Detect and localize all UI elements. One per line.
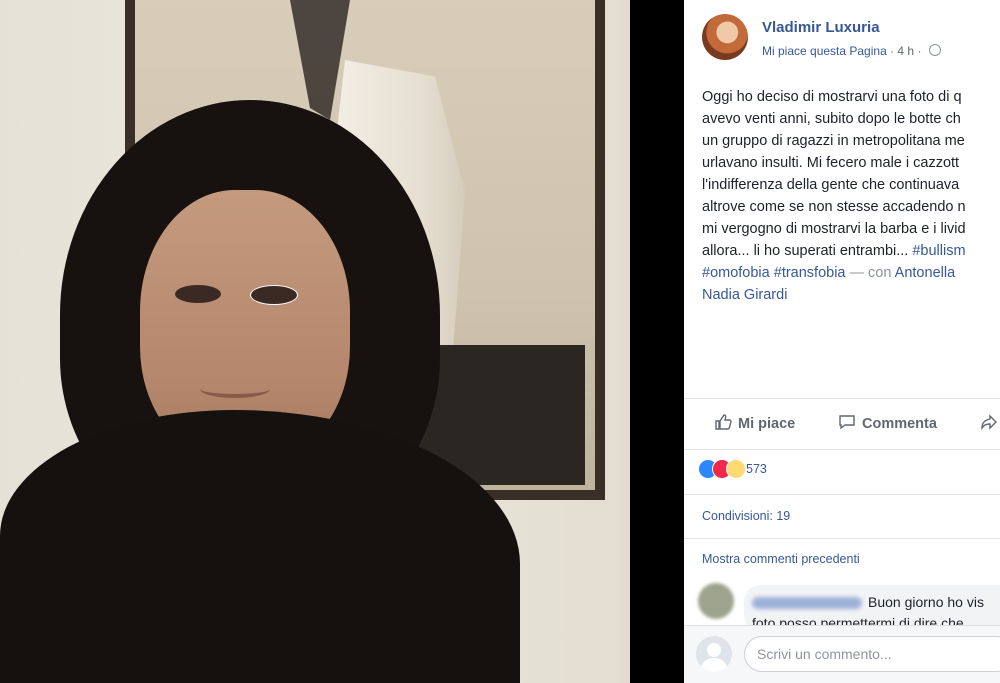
hashtag-transfobia[interactable]: #transfobia (774, 265, 846, 281)
tagged-person-antonella[interactable]: Antonella (895, 265, 955, 281)
comment-composer: Scrivi un commento... (684, 625, 1000, 683)
thumbs-up-icon (715, 414, 732, 430)
post-meta: Mi piace questa Pagina · 4 h · (762, 44, 941, 58)
post-text-line: urlavano insulti. Mi fecero male i cazzo… (702, 155, 960, 171)
post-text-line: Oggi ho deciso di mostrarvi una foto di … (702, 89, 962, 105)
lightbox-background (630, 0, 684, 683)
comment-item: Buon giorno ho vis foto posso permetterm… (698, 583, 1000, 631)
author-avatar[interactable] (702, 14, 748, 60)
post-photo[interactable] (0, 0, 630, 683)
reactions-count[interactable]: 573 (746, 462, 767, 476)
divider (684, 538, 1000, 539)
share-icon (981, 414, 997, 431)
post-side-panel: Vladimir Luxuria Mi piace questa Pagina … (684, 0, 1000, 683)
post-text-line: #omofobia #transfobia — con Antonella (702, 262, 1000, 284)
photo-mouth (200, 380, 270, 398)
post-text: Oggi ho deciso di mostrarvi una foto di … (702, 86, 1000, 306)
with-prefix: — con (845, 265, 895, 281)
like-page-link[interactable]: Mi piace questa Pagina (762, 44, 887, 58)
hashtag-bullismo[interactable]: #bullism (912, 243, 965, 259)
like-button-label: Mi piace (738, 416, 796, 432)
post-text-line: un gruppo di ragazzi in metropolitana me (702, 133, 965, 149)
tagged-person-nadia[interactable]: Nadia Girardi (702, 284, 1000, 306)
commenter-avatar[interactable] (698, 583, 734, 619)
post-text-line: mi vergogno di mostrarvi la barba e i li… (702, 221, 966, 237)
author-name[interactable]: Vladimir Luxuria (762, 19, 880, 36)
photo-eye-right (250, 285, 298, 305)
post-text-fragment: allora... li ho superati entrambi... (702, 243, 913, 259)
current-user-avatar (696, 636, 732, 672)
post-text-line: allora... li ho superati entrambi... #bu… (702, 240, 1000, 262)
post-text-line: altrove come se non stesse accadendo n (702, 199, 966, 215)
comment-button[interactable]: Commenta (838, 413, 937, 432)
share-button[interactable] (980, 413, 1000, 432)
hashtag-omofobia[interactable]: #omofobia (702, 265, 770, 281)
meta-separator-2: · (914, 44, 925, 58)
photo-eye-left (175, 285, 221, 303)
post-text-line: l'indifferenza della gente che continuav… (702, 177, 960, 193)
sad-reaction-icon (726, 459, 746, 479)
comment-input[interactable]: Scrivi un commento... (744, 636, 1000, 672)
meta-separator: · (886, 44, 898, 58)
comment-icon (839, 415, 855, 430)
shares-count[interactable]: Condivisioni: 19 (702, 509, 790, 523)
like-button[interactable]: Mi piace (714, 413, 795, 432)
globe-icon (928, 44, 941, 56)
commenter-name-blurred[interactable] (752, 597, 862, 609)
post-actions-bar: Mi piace Commenta (684, 398, 1000, 450)
show-previous-comments-link[interactable]: Mostra commenti precedenti (702, 552, 860, 566)
divider (684, 494, 1000, 495)
post-header: Vladimir Luxuria Mi piace questa Pagina … (702, 14, 1000, 64)
comment-button-label: Commenta (862, 416, 937, 432)
comment-text: Buon giorno ho vis (868, 594, 984, 610)
post-time[interactable]: 4 h (897, 44, 914, 58)
post-text-line: avevo venti anni, subito dopo le botte c… (702, 111, 961, 127)
